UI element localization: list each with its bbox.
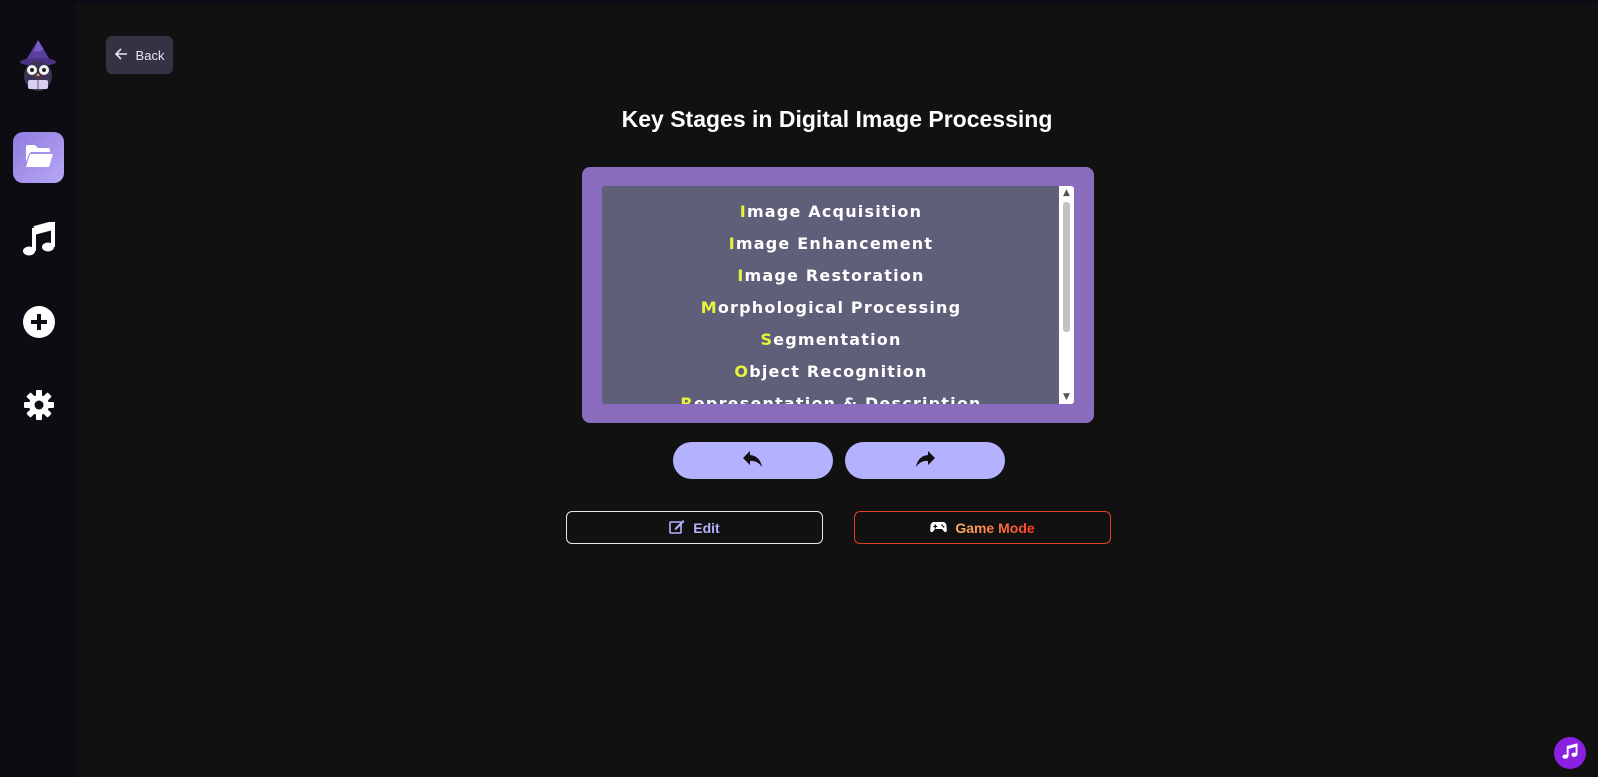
list-item-text: orphological Processing xyxy=(717,298,962,317)
list-item-text: mage Acquisition xyxy=(746,202,923,221)
list-item-initial: I xyxy=(737,266,745,285)
back-label: Back xyxy=(135,47,165,63)
stages-list-content: Image Acquisition Image Enhancement Image … xyxy=(602,196,1060,404)
list-item: Image Acquisition xyxy=(602,196,1060,228)
arrow-left-icon xyxy=(114,47,128,63)
gear-icon xyxy=(23,389,54,424)
flashcard: Image Acquisition Image Enhancement Image … xyxy=(582,167,1094,423)
scroll-down-icon[interactable]: ▼ xyxy=(1059,390,1074,404)
game-mode-button[interactable]: Game Mode xyxy=(854,511,1111,544)
reply-arrow-icon xyxy=(742,450,764,472)
sidebar-item-settings[interactable] xyxy=(13,381,64,432)
sidebar-item-folder[interactable] xyxy=(13,132,64,183)
list-item: Morphological Processing xyxy=(602,292,1060,324)
list-item-initial: M xyxy=(700,298,718,317)
previous-card-button[interactable] xyxy=(673,442,833,479)
folder-open-icon xyxy=(24,143,54,173)
list-item-initial: O xyxy=(734,362,750,381)
wizard-owl-logo-icon[interactable] xyxy=(14,38,62,96)
list-item-text: epresentation & Description xyxy=(693,394,982,404)
list-item-initial: S xyxy=(760,330,774,349)
list-scrollbar[interactable]: ▲ ▼ xyxy=(1059,186,1074,404)
top-border xyxy=(76,0,1598,4)
share-arrow-icon xyxy=(914,450,936,472)
list-item-initial: I xyxy=(739,202,747,221)
sidebar-item-music[interactable] xyxy=(13,215,64,266)
sidebar-item-add[interactable] xyxy=(13,298,64,349)
scroll-thumb[interactable] xyxy=(1063,202,1070,332)
music-note-icon xyxy=(1562,743,1578,763)
scroll-up-icon[interactable]: ▲ xyxy=(1059,186,1074,200)
music-note-icon xyxy=(22,219,55,260)
music-player-button[interactable] xyxy=(1554,737,1586,769)
plus-circle-icon xyxy=(22,305,55,342)
list-item-initial: R xyxy=(680,394,694,404)
edit-button[interactable]: Edit xyxy=(566,511,823,544)
list-item: Image Restoration xyxy=(602,260,1060,292)
list-item-text: mage Restoration xyxy=(744,266,925,285)
list-item: Object Recognition xyxy=(602,356,1060,388)
next-card-button[interactable] xyxy=(845,442,1005,479)
game-mode-label: Game Mode xyxy=(955,519,1035,536)
page-title: Key Stages in Digital Image Processing xyxy=(621,106,1053,132)
stages-list: Image Acquisition Image Enhancement Image … xyxy=(602,186,1074,404)
list-item: Image Enhancement xyxy=(602,228,1060,260)
list-item-initial: I xyxy=(728,234,736,253)
list-item: Segmentation xyxy=(602,324,1060,356)
edit-icon xyxy=(669,519,685,537)
back-button[interactable]: Back xyxy=(106,36,173,74)
list-item-text: egmentation xyxy=(773,330,902,349)
edit-label: Edit xyxy=(693,519,720,536)
list-item-text: bject Recognition xyxy=(749,362,928,381)
gamepad-icon xyxy=(930,520,948,536)
list-item: Representation & Description xyxy=(602,388,1060,404)
list-item-text: mage Enhancement xyxy=(735,234,934,253)
sidebar xyxy=(0,0,76,777)
